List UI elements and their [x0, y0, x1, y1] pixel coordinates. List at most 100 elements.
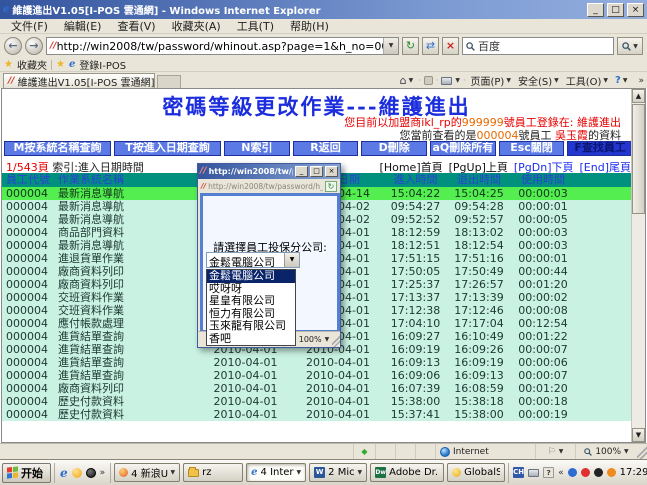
minimize-button[interactable]: _ [587, 3, 604, 17]
compatibility-button[interactable]: ⇄ [422, 37, 439, 55]
start-button[interactable]: 开始 [2, 463, 51, 483]
function-button[interactable]: D刪除 [361, 141, 427, 156]
function-button[interactable]: N索引 [224, 141, 290, 156]
popup-minimize-button[interactable]: _ [295, 166, 308, 177]
table-row[interactable]: 000004廠商資料列印2010-04-012010-04-0116:07:39… [2, 382, 633, 395]
quicklaunch-uc-icon[interactable] [72, 468, 82, 478]
table-row[interactable]: 000004歷史付款資料2010-04-012010-04-0115:37:41… [2, 408, 633, 421]
dropdown-option[interactable]: 香吧 [207, 333, 295, 346]
zoom-control[interactable]: 100%▼ [575, 444, 637, 459]
dropdown-option[interactable]: 金鬆電腦公司 [207, 270, 295, 283]
status-zone: Internet [435, 444, 535, 459]
table-cell: 00:00:44 [510, 265, 576, 278]
print-button[interactable] [441, 77, 452, 85]
back-button[interactable]: ← [4, 37, 22, 55]
taskbar-button[interactable]: e 4 Intern...▼ [246, 463, 306, 482]
scroll-down-icon[interactable]: ▼ [632, 428, 645, 442]
new-tab-stub[interactable] [157, 75, 181, 88]
forward-button[interactable]: → [25, 37, 43, 55]
dropdown-option[interactable]: 星皇有限公司 [207, 295, 295, 308]
address-dropdown-icon[interactable]: ▼ [383, 38, 398, 54]
protected-mode-cell[interactable]: ⚐▼ [535, 444, 575, 459]
favorite-item-link[interactable]: 登錄I-POS [79, 57, 126, 72]
dropdown-option[interactable]: 玉來龍有限公司 [207, 320, 295, 333]
taskbar-button[interactable]: DwAdobe Dr... [370, 463, 444, 482]
table-row[interactable]: 000004進貨結單查詢2010-04-012010-04-0116:09:06… [2, 369, 633, 382]
popup-titlebar[interactable]: // http://win2008/tw/password/h_no2.as..… [198, 164, 340, 179]
menu-item[interactable]: 文件(F) [3, 18, 56, 34]
refresh-button[interactable]: ↻ [402, 37, 419, 55]
function-button[interactable]: F查找員工 [567, 141, 633, 156]
table-cell: 進貨結單查詢 [58, 330, 198, 343]
menu-item[interactable]: 收藏夾(A) [164, 18, 229, 34]
menu-item[interactable]: 工具(T) [229, 18, 282, 34]
tray-orange-icon[interactable] [607, 468, 616, 477]
search-box[interactable]: 百度 [462, 37, 614, 55]
tray-qq-icon[interactable] [594, 468, 603, 477]
table-row[interactable]: 000004歷史付款資料2010-04-012010-04-0115:38:00… [2, 395, 633, 408]
tools-menu[interactable]: 工具(O)▼ [564, 73, 610, 88]
scroll-up-icon[interactable]: ▲ [632, 89, 645, 103]
quicklaunch-chevron-icon[interactable]: » [100, 468, 106, 478]
tray-chevron-icon[interactable]: « [558, 468, 564, 478]
menu-item[interactable]: 查看(V) [109, 18, 163, 34]
taskbar-button[interactable]: rz [183, 463, 243, 482]
menu-item[interactable]: 編輯(E) [56, 18, 110, 34]
tray-msn-icon[interactable] [568, 468, 577, 477]
tray-printer-icon[interactable] [528, 469, 539, 477]
chevron-more-icon[interactable]: » [638, 76, 644, 86]
function-button[interactable]: R返回 [293, 141, 359, 156]
vertical-scrollbar[interactable]: ▲ ▼ [631, 89, 645, 442]
feeds-icon[interactable] [424, 76, 433, 85]
done-icon: ◆ [361, 447, 367, 456]
favorites-button[interactable]: 收藏夾 [17, 57, 47, 72]
taskbar-dropdown-icon[interactable]: ▼ [358, 469, 363, 476]
tab-active[interactable]: // 維護進出V1.05[I-POS 雲通網] [3, 73, 155, 88]
company-select[interactable]: 金鬆電腦公司 ▼ [206, 252, 300, 268]
popup-resize-grip[interactable] [332, 332, 340, 347]
function-button[interactable]: M按系統名稱查詢 [4, 141, 111, 156]
select-dropdown-icon[interactable]: ▼ [284, 253, 299, 267]
table-row[interactable]: 000004進貨結單查詢2010-04-012010-04-0116:09:13… [2, 356, 633, 369]
search-provider-text: 百度 [478, 38, 500, 54]
function-button[interactable]: T按進入日期查詢 [114, 141, 221, 156]
maximize-button[interactable]: □ [607, 3, 624, 17]
window-resize-grip[interactable] [637, 444, 647, 459]
dropdown-option[interactable]: 恒力有限公司 [207, 308, 295, 321]
taskbar-button[interactable]: GlobalSC... [447, 463, 505, 482]
search-go-button[interactable]: ▼ [617, 37, 643, 55]
row-filler [576, 226, 633, 239]
clock[interactable]: 17:29 [620, 467, 647, 478]
popup-maximize-button[interactable]: □ [310, 166, 323, 177]
quicklaunch-ie-icon[interactable]: e [60, 468, 68, 478]
table-cell: 17:13:37 [383, 291, 448, 304]
menu-item[interactable]: 帮助(H) [282, 18, 337, 34]
tray-help-icon[interactable]: ? [543, 467, 554, 478]
popup-refresh-icon[interactable]: ↻ [325, 181, 337, 192]
function-button-bar: M按系統名稱查詢T按進入日期查詢N索引R返回D刪除aQ刪除所有Esc關閉F查找員… [4, 141, 633, 156]
tray-qq-red-icon[interactable] [581, 468, 590, 477]
quicklaunch-qq-icon[interactable] [86, 468, 96, 478]
ie-icon: e [251, 468, 257, 478]
add-favorite-icon[interactable]: ★ [56, 60, 65, 70]
taskbar-dropdown-icon[interactable]: ▼ [297, 469, 302, 476]
page-menu[interactable]: 页面(P)▼ [468, 73, 512, 88]
taskbar-button-label: 4 Intern... [261, 467, 294, 478]
language-indicator[interactable]: CH [513, 467, 524, 478]
function-button[interactable]: aQ刪除所有 [430, 141, 496, 156]
dropdown-option[interactable]: 哎呀呀 [207, 283, 295, 296]
scrollbar-thumb[interactable] [632, 104, 645, 214]
taskbar-button[interactable]: 4 新浪UC▼ [114, 463, 180, 482]
dreamweaver-icon: Dw [375, 467, 386, 478]
address-bar[interactable]: // http://win2008/tw/password/whinout.as… [46, 37, 399, 55]
help-menu[interactable]: ?▼ [613, 75, 629, 86]
function-button[interactable]: Esc關閉 [499, 141, 565, 156]
taskbar-dropdown-icon[interactable]: ▼ [171, 469, 176, 476]
stop-button[interactable]: × [442, 37, 459, 55]
print-dropdown-icon[interactable]: ▼ [455, 77, 460, 84]
home-button[interactable]: ⌂▼ [398, 74, 416, 87]
taskbar-button[interactable]: W2 Micros...▼ [309, 463, 367, 482]
close-button[interactable]: × [627, 3, 644, 17]
safety-menu[interactable]: 安全(S)▼ [516, 73, 561, 88]
popup-close-button[interactable]: × [325, 166, 338, 177]
